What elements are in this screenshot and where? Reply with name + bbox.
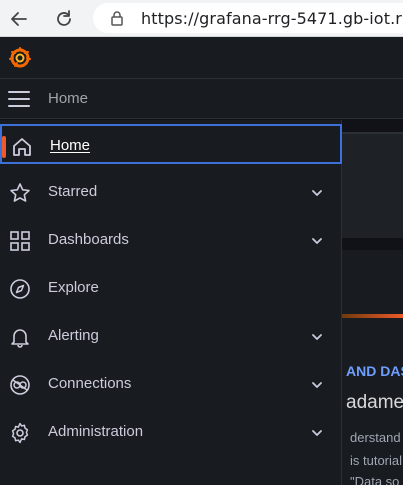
sidebar-item-alerting[interactable]: Alerting — [0, 316, 342, 356]
connections-icon — [10, 375, 30, 395]
reload-icon — [57, 10, 71, 26]
compass-icon — [10, 279, 30, 299]
sidebar-item-label: Home — [50, 137, 91, 154]
sidebar-item-label: Connections — [48, 375, 132, 392]
sidebar-item-label: Explore — [48, 279, 99, 296]
chevron-down-icon[interactable] — [310, 234, 324, 248]
chevron-down-icon[interactable] — [310, 186, 324, 200]
tutorial-title: adamen — [346, 392, 403, 413]
tutorial-heading: AND DAS — [346, 363, 403, 379]
sidebar-item-administration[interactable]: Administration — [0, 412, 342, 452]
active-indicator — [2, 136, 6, 158]
cog-icon — [11, 422, 29, 444]
grafana-topbar — [0, 37, 403, 79]
sidebar-item-home[interactable]: Home — [0, 124, 342, 164]
sidebar-item-label: Alerting — [48, 327, 99, 344]
address-bar[interactable]: https://grafana-rrg-5471.gb-iot.ru/ — [93, 3, 403, 33]
lock-icon — [111, 11, 123, 26]
tutorial-text-line: is tutorial — [350, 453, 403, 468]
chevron-down-icon[interactable] — [310, 378, 324, 392]
main-content: AND DAS adamen derstand is tutorial "Dat… — [342, 120, 403, 485]
hamburger-menu-icon[interactable] — [8, 90, 30, 108]
sidebar-item-label: Administration — [48, 423, 144, 440]
sidebar-item-label: Starred — [48, 183, 98, 200]
grafana-logo-icon[interactable] — [8, 46, 32, 70]
arrow-left-icon — [11, 12, 27, 26]
reload-button[interactable] — [51, 6, 77, 32]
star-icon — [10, 183, 30, 202]
browser-toolbar: https://grafana-rrg-5471.gb-iot.ru/ — [0, 0, 403, 37]
sidebar-item-explore[interactable]: Explore — [0, 268, 342, 308]
welcome-panel — [342, 132, 403, 238]
sidebar-item-connections[interactable]: Connections — [0, 364, 342, 404]
side-menu: Home Starred Dashboards Explore Alerting… — [0, 120, 342, 485]
back-button[interactable] — [6, 6, 32, 32]
sidebar-item-starred[interactable]: Starred — [0, 172, 342, 212]
tutorial-text-line: derstand — [350, 430, 401, 445]
url-text: https://grafana-rrg-5471.gb-iot.ru/ — [141, 9, 403, 28]
sidebar-item-label: Dashboards — [48, 231, 129, 248]
breadcrumb[interactable]: Home — [48, 90, 88, 107]
tutorial-text-line: "Data so — [350, 474, 400, 485]
breadcrumb-bar: Home — [0, 79, 403, 119]
chevron-down-icon[interactable] — [310, 330, 324, 344]
sidebar-item-dashboards[interactable]: Dashboards — [0, 220, 342, 260]
home-icon — [13, 138, 31, 156]
chevron-down-icon[interactable] — [310, 426, 324, 440]
bell-icon — [11, 329, 29, 348]
apps-icon — [10, 231, 30, 251]
accent-bar — [342, 314, 403, 318]
